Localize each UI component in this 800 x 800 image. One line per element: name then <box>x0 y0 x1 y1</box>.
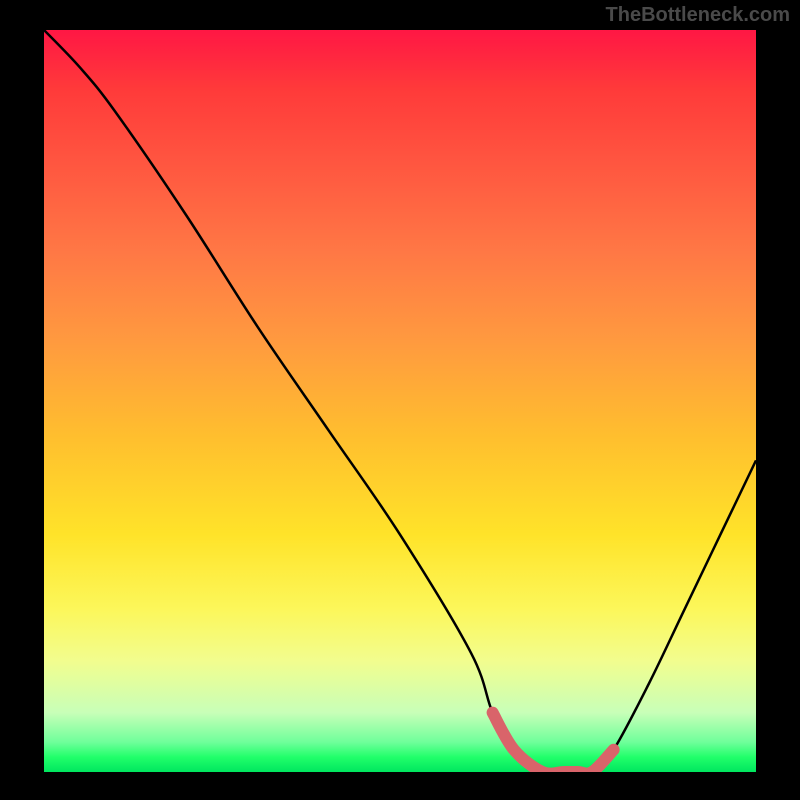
highlight-segment <box>493 713 614 772</box>
plot-area <box>44 30 756 772</box>
bottleneck-curve <box>44 30 756 772</box>
watermark-text: TheBottleneck.com <box>606 4 790 27</box>
chart-container: TheBottleneck.com <box>0 0 800 800</box>
curve-layer <box>44 30 756 772</box>
